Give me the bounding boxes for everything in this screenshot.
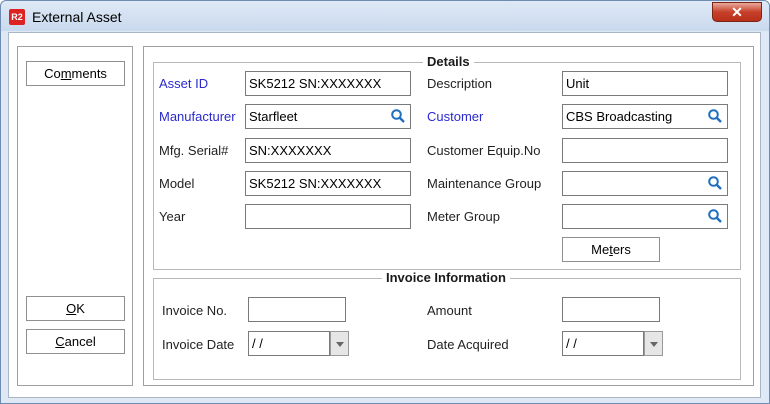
customer-value: CBS Broadcasting (566, 109, 673, 124)
close-icon: ✕ (731, 4, 743, 20)
chevron-down-icon (336, 342, 344, 347)
invoice-date-field[interactable]: / / (248, 331, 330, 356)
details-group: Details Asset ID SK5212 SN:XXXXXXX Manuf… (153, 54, 741, 270)
meter-group-label: Meter Group (427, 209, 500, 224)
title-bar: R2 External Asset ✕ (1, 1, 769, 31)
date-acquired-field[interactable]: / / (562, 331, 644, 356)
meter-group-lookup-icon[interactable] (707, 208, 723, 224)
year-field[interactable] (245, 204, 411, 229)
maintenance-group-label: Maintenance Group (427, 176, 542, 191)
invoice-no-label: Invoice No. (162, 303, 228, 318)
manufacturer-lookup-icon[interactable] (390, 108, 406, 124)
comments-button[interactable]: Comments (26, 61, 125, 86)
invoice-date-dropdown[interactable] (330, 331, 349, 356)
date-acquired-dropdown[interactable] (644, 331, 663, 356)
cancel-button[interactable]: Cancel (26, 329, 125, 354)
app-icon: R2 (9, 9, 25, 25)
close-button[interactable]: ✕ (712, 2, 762, 22)
external-asset-window: R2 External Asset ✕ Comments OK Cancel D… (0, 0, 770, 404)
manufacturer-value: Starfleet (249, 109, 298, 124)
description-field[interactable]: Unit (562, 71, 728, 96)
model-label: Model (159, 176, 195, 191)
manufacturer-field[interactable]: Starfleet (245, 104, 411, 129)
customer-label: Customer (427, 109, 484, 124)
customer-equip-label: Customer Equip.No (427, 143, 541, 158)
details-legend: Details (423, 54, 474, 69)
customer-lookup-icon[interactable] (707, 108, 723, 124)
year-label: Year (159, 209, 186, 224)
customer-equip-field[interactable] (562, 138, 728, 163)
asset-id-label: Asset ID (159, 76, 209, 91)
mfg-serial-label: Mfg. Serial# (159, 143, 229, 158)
action-panel: Comments OK Cancel (17, 46, 133, 386)
dialog-body: Comments OK Cancel Details Asset ID SK52… (8, 32, 761, 398)
meter-group-field[interactable] (562, 204, 728, 229)
window-title: External Asset (32, 9, 122, 25)
main-panel: Details Asset ID SK5212 SN:XXXXXXX Manuf… (143, 46, 754, 386)
invoice-legend: Invoice Information (382, 270, 510, 285)
description-label: Description (427, 76, 493, 91)
invoice-group: Invoice Information Invoice No. Invoice … (153, 270, 741, 380)
maintenance-group-lookup-icon[interactable] (707, 175, 723, 191)
mfg-serial-field[interactable]: SN:XXXXXXX (245, 138, 411, 163)
asset-id-field[interactable]: SK5212 SN:XXXXXXX (245, 71, 411, 96)
amount-field[interactable] (562, 297, 660, 322)
maintenance-group-field[interactable] (562, 171, 728, 196)
invoice-no-field[interactable] (248, 297, 346, 322)
invoice-date-label: Invoice Date (162, 337, 235, 352)
date-acquired-label: Date Acquired (427, 337, 509, 352)
model-field[interactable]: SK5212 SN:XXXXXXX (245, 171, 411, 196)
customer-field[interactable]: CBS Broadcasting (562, 104, 728, 129)
amount-label: Amount (427, 303, 472, 318)
manufacturer-label: Manufacturer (159, 109, 236, 124)
ok-button[interactable]: OK (26, 296, 125, 321)
meters-button[interactable]: Meters (562, 237, 660, 262)
chevron-down-icon (650, 342, 658, 347)
